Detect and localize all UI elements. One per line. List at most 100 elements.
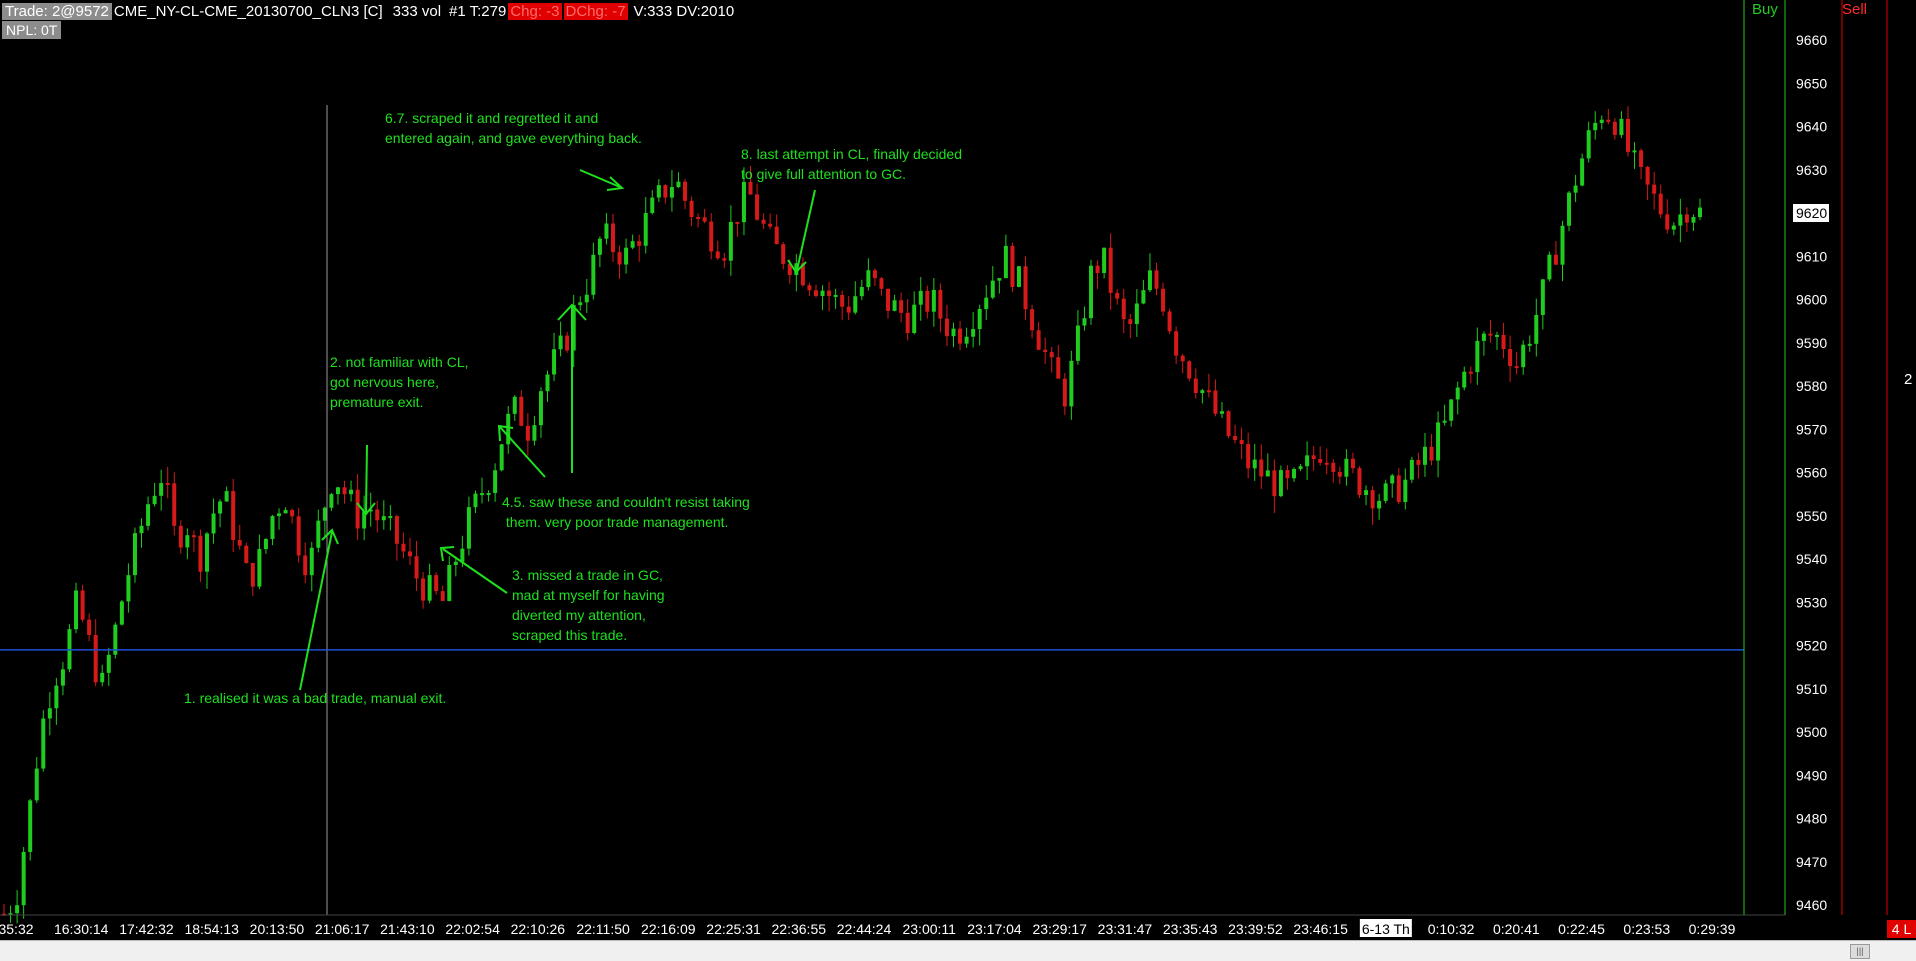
- candle-up: [1547, 254, 1552, 280]
- candle-up: [453, 561, 458, 565]
- candle-up: [1495, 334, 1500, 337]
- candle-down: [401, 543, 406, 552]
- candle-up: [1298, 466, 1303, 470]
- time-axis-label: 0:29:39: [1689, 921, 1736, 937]
- candle-down: [827, 290, 832, 296]
- annotation-8: 8. last attempt in CL, finally decided t…: [741, 146, 963, 182]
- candle-down: [735, 221, 740, 224]
- price-axis-label: 9620: [1796, 205, 1827, 221]
- candle-up: [971, 329, 976, 337]
- price-axis-label: 9650: [1796, 75, 1827, 91]
- price-axis-label: 9570: [1796, 421, 1827, 437]
- candle-down: [1161, 288, 1166, 312]
- daily-change-badge: DChg: -7: [563, 2, 628, 20]
- candle-down: [1049, 352, 1054, 358]
- position-count: 2: [1904, 371, 1913, 388]
- candle-up: [558, 335, 563, 350]
- time-axis-label: 0:20:41: [1493, 921, 1540, 937]
- candle-up: [931, 289, 936, 312]
- candle-up: [1200, 390, 1205, 394]
- candle-up: [1409, 459, 1414, 480]
- candle-up: [1069, 360, 1074, 407]
- candle-down: [1174, 331, 1179, 356]
- candle-up: [54, 685, 59, 709]
- candle-down: [1213, 390, 1218, 414]
- candle-up: [466, 507, 471, 549]
- time-axis-label: 23:31:47: [1098, 921, 1153, 937]
- candle-up: [532, 425, 537, 441]
- candle-up: [1278, 470, 1283, 497]
- candle-up: [591, 254, 596, 295]
- candle-up: [1586, 130, 1591, 159]
- candle-down: [1658, 193, 1663, 215]
- time-axis-label: 23:29:17: [1032, 921, 1087, 937]
- candle-down: [709, 221, 714, 252]
- sell-column-label[interactable]: Sell: [1842, 1, 1867, 18]
- candle-down: [525, 425, 530, 441]
- candle-down: [342, 487, 347, 495]
- candle-down: [1311, 455, 1316, 460]
- candle-down: [1612, 121, 1617, 135]
- candle-up: [1147, 270, 1152, 291]
- time-axis-label: 23:39:52: [1228, 921, 1283, 937]
- candle-up: [159, 483, 164, 496]
- arrow-2-shaft: [365, 444, 368, 513]
- price-axis-label: 9600: [1796, 292, 1827, 308]
- candle-down: [1056, 357, 1061, 379]
- candle-down: [807, 285, 812, 291]
- candle-up: [1219, 411, 1224, 414]
- candle-up: [669, 187, 674, 198]
- candle-up: [447, 564, 452, 601]
- candle-up: [270, 516, 275, 540]
- arrow-8-shaft: [796, 189, 816, 271]
- candle-down: [440, 591, 445, 601]
- candle-down: [1043, 349, 1048, 353]
- candle-up: [650, 197, 655, 213]
- candle-up: [630, 241, 635, 248]
- annotation-3: 3. missed a trade in GC, mad at myself f…: [512, 567, 665, 643]
- candle-down: [1350, 458, 1355, 469]
- candle-down: [1324, 462, 1329, 465]
- scrollbar-thumb[interactable]: |||: [1850, 944, 1870, 959]
- candle-down: [1030, 309, 1035, 331]
- candle-down: [1514, 366, 1519, 369]
- chart-header: Trade: 2@9572 CME_NY-CL-CME_20130700_CLN…: [2, 1, 736, 21]
- instrument-name: CME_NY-CL-CME_20130700_CLN3 [C]: [113, 2, 383, 20]
- buy-column-label[interactable]: Buy: [1752, 1, 1778, 18]
- candle-up: [964, 336, 969, 344]
- annotation-45: 4.5. saw these and couldn't resist takin…: [502, 494, 750, 530]
- candle-up: [997, 278, 1002, 281]
- candle-down: [1488, 333, 1493, 336]
- candle-up: [1003, 245, 1008, 279]
- candle-up: [47, 708, 52, 719]
- candle-up: [335, 487, 340, 495]
- change-badge: Chg: -3: [508, 2, 562, 20]
- candle-down: [1606, 119, 1611, 122]
- horizontal-scrollbar[interactable]: |||: [0, 940, 1916, 961]
- candle-down: [178, 525, 183, 548]
- candle-down: [237, 539, 242, 546]
- candle-down: [296, 516, 301, 556]
- candle-down: [774, 226, 779, 245]
- candle-down: [1115, 292, 1120, 299]
- time-axis-label: 22:44:24: [837, 921, 892, 937]
- candle-up: [728, 221, 733, 261]
- candle-up: [283, 510, 288, 514]
- candle-up: [552, 349, 557, 375]
- candle-up: [1540, 279, 1545, 315]
- price-axis-label: 9520: [1796, 638, 1827, 654]
- candle-down: [722, 258, 727, 261]
- candle-down: [355, 489, 360, 529]
- candle-up: [74, 590, 79, 630]
- candle-down: [617, 252, 622, 265]
- candle-up: [951, 328, 956, 337]
- candle-up: [263, 539, 268, 550]
- candle-up: [1481, 333, 1486, 341]
- candle-up: [204, 533, 209, 572]
- candle-down: [1010, 245, 1015, 287]
- candle-down: [1036, 330, 1041, 350]
- price-axis-label: 9480: [1796, 811, 1827, 827]
- candle-up: [218, 501, 223, 514]
- volume-label: 333 vol: [392, 2, 442, 20]
- candle-up: [1082, 318, 1087, 326]
